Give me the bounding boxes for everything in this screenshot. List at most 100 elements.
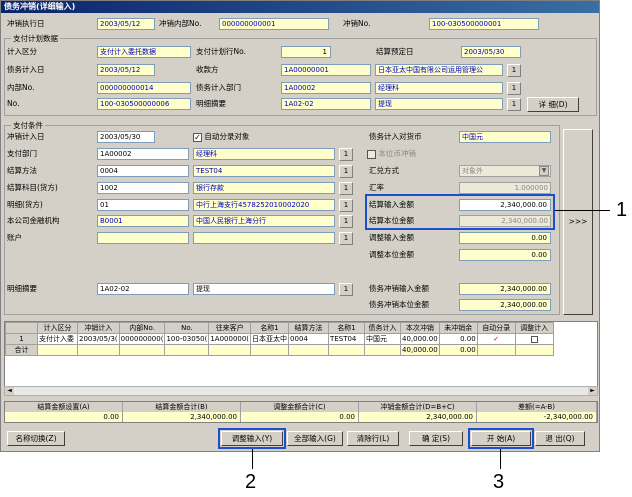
table-cell[interactable]: 40,000.00	[400, 333, 440, 345]
table-cell[interactable]: 1A000000(	[208, 333, 252, 345]
bank-name-field[interactable]: 中国人民银行上海分行	[193, 215, 335, 227]
plan-internal-no-field[interactable]: 000000000014	[97, 82, 191, 94]
debt-local-field[interactable]: 2,340,000.00	[459, 299, 551, 311]
grid-header-cell[interactable]: 自动分录	[476, 322, 516, 334]
subject-name-field[interactable]: 银行存款	[193, 182, 335, 194]
table-cell[interactable]: 日本亚太中	[250, 333, 290, 345]
method-lookup-button[interactable]: 1	[339, 165, 353, 178]
detail-code-field[interactable]: 01	[97, 199, 189, 211]
summary-bar: 结算金额设置(A) 结算金额合计(B) 调整金额合计(C) 冲销金额合计(D=B+C)…	[4, 401, 598, 423]
plan-summary-name-field[interactable]: 提现	[375, 98, 503, 110]
subject-lookup-button[interactable]: 1	[339, 182, 353, 195]
plan-dept-name-field[interactable]: 经理科	[375, 82, 503, 94]
table-cell[interactable]: 000000000(	[118, 333, 166, 345]
method-code-field[interactable]: 0004	[97, 165, 189, 177]
adj-local-field[interactable]: 0.00	[459, 249, 551, 261]
grid-header-cell[interactable]: 名称1	[328, 322, 366, 334]
pay-dept-lookup-button[interactable]: 1	[339, 148, 353, 161]
table-cell[interactable]: 100-03050(	[164, 333, 210, 345]
detail-button[interactable]: 详 细(D)	[527, 97, 579, 112]
table-row[interactable]: 1 支付计入委 2003/05/3(000000000(100-03050(1A00…	[5, 333, 554, 345]
grid-header-cell[interactable]: 计入区分	[37, 322, 78, 334]
total-cell	[514, 344, 554, 356]
settle-date-field[interactable]: 2003/05/30	[461, 46, 521, 58]
debt-date-field[interactable]: 2003/05/12	[97, 64, 155, 76]
table-cell[interactable]	[514, 333, 554, 345]
no-field[interactable]: 100-030500000001	[429, 18, 539, 30]
table-cell[interactable]: 中国元	[364, 333, 402, 345]
plan-summary-code-field[interactable]: 1A02-02	[281, 98, 371, 110]
clear-row-button[interactable]: 清除行(L)	[347, 431, 399, 446]
grid-header-cell[interactable]: 内部No.	[118, 322, 166, 334]
scroll-left-icon[interactable]: ◄	[5, 387, 14, 395]
grid-header-cell[interactable]: No.	[164, 322, 210, 334]
all-input-button[interactable]: 全部输入(G)	[287, 431, 343, 446]
pay-dept-code-field[interactable]: 1A00002	[97, 148, 189, 160]
table-cell[interactable]: 0.00	[438, 333, 478, 345]
exit-button[interactable]: 退 出(Q)	[535, 431, 585, 446]
payee-code-field[interactable]: 1A00000001	[281, 64, 371, 76]
debt-input-field[interactable]: 2,340,000.00	[459, 283, 551, 295]
table-cell[interactable]: 2003/05/3(	[77, 333, 120, 345]
rate-field[interactable]: 1.000000	[459, 182, 551, 194]
cond-summary-name-field[interactable]: 提现	[193, 283, 335, 295]
category-field[interactable]: 支付计入委托数据	[97, 46, 191, 58]
grid-header-cell[interactable]: 往来客户	[208, 322, 252, 334]
account-name-field[interactable]	[193, 232, 335, 244]
chevron-down-icon[interactable]: ▼	[539, 166, 549, 176]
checkbox-icon[interactable]	[530, 335, 538, 343]
table-cell[interactable]: 0004	[288, 333, 330, 345]
bank-lookup-button[interactable]: 1	[339, 215, 353, 228]
pay-dept-name-field[interactable]: 经理科	[193, 148, 335, 160]
grid-header-cell[interactable]: 本次冲销	[400, 322, 440, 334]
grid-header-cell[interactable]: 未冲销余	[438, 322, 478, 334]
cond-summary-code-field[interactable]: 1A02-02	[97, 283, 189, 295]
payee-name-field[interactable]: 日本亚太中国有限公司运用管理公	[375, 64, 503, 76]
offset-date-field[interactable]: 2003/05/30	[97, 131, 155, 143]
grid-header-cell[interactable]	[5, 322, 38, 334]
table-cell[interactable]: TEST04	[328, 333, 366, 345]
plan-dept-lookup-button[interactable]: 1	[507, 82, 521, 95]
fx-method-select[interactable]: 对象外 ▼	[459, 165, 551, 177]
internal-no-field[interactable]: 000000000001	[219, 18, 329, 30]
grid-header-cell[interactable]: 名称1	[250, 322, 290, 334]
currency-field[interactable]: 中国元	[459, 131, 551, 143]
plan-no-field[interactable]: 100-030500000006	[97, 98, 191, 110]
grid-header-cell[interactable]: 冲销计入	[77, 322, 120, 334]
total-cell	[250, 344, 290, 356]
auto-class-checkbox[interactable]: ✓ 自动分录对象	[193, 131, 249, 143]
grid-header-cell[interactable]: 调整计入	[514, 322, 554, 334]
exec-no-field[interactable]: 1	[281, 46, 331, 58]
payee-label: 收款方	[196, 65, 219, 74]
cond-summary-lookup-button[interactable]: 1	[339, 283, 353, 296]
account-code-field[interactable]	[97, 232, 189, 244]
bank-code-field[interactable]: B0001	[97, 215, 189, 227]
payee-lookup-button[interactable]: 1	[507, 64, 521, 77]
expand-button[interactable]: >>>	[563, 129, 593, 315]
confirm-button[interactable]: 确 定(S)	[409, 431, 463, 446]
detail-label: 明细(货方)	[7, 200, 43, 209]
horizontal-scrollbar[interactable]: ◄ ►	[4, 386, 598, 396]
checkbox-checked-icon[interactable]: ✓	[493, 335, 499, 343]
exec-date-field[interactable]: 2003/05/12	[97, 18, 155, 30]
debt-date-label: 债务计入日	[7, 65, 45, 74]
plan-dept-code-field[interactable]: 1A00002	[281, 82, 371, 94]
plan-summary-lookup-button[interactable]: 1	[507, 98, 521, 111]
detail-lookup-button[interactable]: 1	[339, 199, 353, 212]
account-lookup-button[interactable]: 1	[339, 232, 353, 245]
name-switch-button[interactable]: 名称切换(Z)	[7, 431, 65, 446]
subject-code-field[interactable]: 1002	[97, 182, 189, 194]
local-offset-checkbox[interactable]: 本位币冲销	[367, 148, 416, 160]
table-cell[interactable]: 支付计入委	[37, 333, 78, 345]
grid-header-cell[interactable]: 债务计入	[364, 322, 402, 334]
detail-name-field[interactable]: 中行上海支行4578252010002020	[193, 199, 335, 211]
callout-line-3	[500, 449, 501, 469]
adj-input-field[interactable]: 0.00	[459, 232, 551, 244]
method-name-field[interactable]: TEST04	[193, 165, 335, 177]
detail-grid[interactable]: 计入区分 冲销计入 内部No. No. 往来客户 名称1 结算方法 名称1 债务计入 本次冲销 未冲…	[4, 321, 598, 396]
scroll-right-icon[interactable]: ►	[588, 387, 597, 395]
highlight-box-1	[365, 194, 555, 230]
table-cell[interactable]: 1	[5, 333, 38, 345]
table-cell[interactable]: ✓	[476, 333, 516, 345]
grid-header-cell[interactable]: 结算方法	[288, 322, 330, 334]
